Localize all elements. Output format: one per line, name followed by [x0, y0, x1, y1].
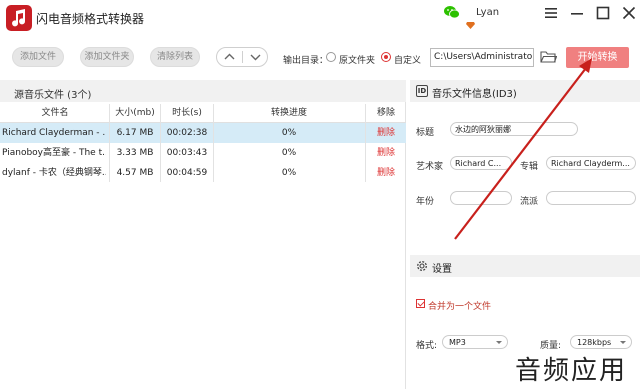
file-progress: 0%	[281, 148, 297, 158]
start-convert-button[interactable]: 开始转换	[566, 47, 629, 68]
format-label: 格式:	[416, 341, 438, 351]
wechat-icon[interactable]	[444, 5, 460, 19]
title-bar: 闪电音频格式转换器 Lyan	[0, 0, 640, 36]
toolbar: 添加文件 添加文件夹 清除列表 输出目录： 原文件夹 自定义 C:\Users\…	[0, 40, 640, 74]
file-size: 6.17 MB	[116, 128, 154, 138]
delete-link[interactable]: 删除	[366, 123, 406, 143]
artist-label: 艺术家	[416, 162, 444, 172]
file-list-panel: 源音乐文件 (3个) 文件名 大小(mb) 时长(s) 转换进度 移除 Rich…	[0, 80, 406, 389]
artist-input[interactable]: Richard C...	[450, 156, 512, 170]
file-progress: 0%	[281, 168, 297, 178]
id3-icon: ID	[416, 85, 428, 97]
column-divider	[213, 104, 214, 182]
quality-select[interactable]: 128kbps	[570, 335, 632, 349]
add-folder-button[interactable]: 添加文件夹	[80, 47, 134, 67]
file-size: 3.33 MB	[116, 148, 154, 158]
column-duration[interactable]: 时长(s)	[161, 104, 213, 122]
file-list-header: 源音乐文件 (3个)	[0, 80, 406, 102]
table-row[interactable]: dylanf - 卡农（经典钢琴... 4.57 MB 00:04:59 0% …	[0, 163, 406, 183]
gear-icon	[417, 261, 427, 271]
file-size: 4.57 MB	[116, 168, 154, 178]
settings-header: 设置	[410, 255, 640, 277]
reorder-buttons	[216, 47, 268, 67]
file-duration: 00:03:43	[166, 148, 208, 158]
delete-link[interactable]: 删除	[366, 143, 406, 163]
column-size[interactable]: 大小(mb)	[110, 104, 160, 122]
info-panel: ID 音乐文件信息(ID3) 标题 水边的阿狄丽娜 艺术家 Richard C.…	[410, 80, 640, 389]
year-label: 年份	[416, 197, 435, 207]
radio-custom-label: 自定义	[394, 56, 422, 66]
vip-diamond-icon	[466, 22, 475, 29]
radio-source-label: 原文件夹	[339, 56, 376, 66]
add-file-button[interactable]: 添加文件	[12, 47, 64, 67]
chevron-down-icon	[620, 341, 626, 344]
move-down-icon[interactable]	[243, 48, 268, 66]
column-divider	[365, 104, 366, 182]
app-title: 闪电音频格式转换器	[36, 12, 145, 26]
chevron-down-icon	[496, 341, 502, 344]
column-progress[interactable]: 转换进度	[214, 104, 364, 122]
app-logo-icon	[6, 5, 32, 31]
column-divider	[109, 104, 110, 182]
clear-list-button[interactable]: 清除列表	[150, 47, 200, 67]
id3-header: ID 音乐文件信息(ID3)	[410, 80, 640, 102]
title-label: 标题	[416, 128, 435, 138]
radio-custom-folder[interactable]	[381, 52, 391, 62]
close-icon[interactable]	[620, 4, 638, 22]
album-input[interactable]: Richard Clayderm...	[546, 156, 636, 170]
radio-source-folder[interactable]	[326, 52, 336, 62]
merge-checkbox[interactable]	[416, 299, 425, 308]
column-filename[interactable]: 文件名	[2, 104, 108, 122]
file-name: Pianoboy高至豪 - The t...	[2, 148, 106, 158]
file-duration: 00:04:59	[166, 168, 208, 178]
delete-link[interactable]: 删除	[366, 163, 406, 183]
minimize-icon[interactable]	[568, 4, 586, 22]
format-select[interactable]: MP3	[442, 335, 508, 349]
file-duration: 00:02:38	[166, 128, 208, 138]
column-remove[interactable]: 移除	[366, 104, 406, 122]
file-name: dylanf - 卡农（经典钢琴...	[2, 168, 106, 178]
quality-value: 128kbps	[577, 338, 612, 347]
merge-label: 合并为一个文件	[428, 302, 492, 312]
move-up-icon[interactable]	[217, 48, 242, 66]
title-input[interactable]: 水边的阿狄丽娜	[450, 122, 578, 136]
folder-icon[interactable]	[540, 50, 557, 64]
album-label: 专辑	[520, 162, 539, 172]
output-path-input[interactable]: C:\Users\Administrator	[430, 48, 534, 67]
year-input[interactable]	[450, 191, 512, 205]
output-dir-label: 输出目录：	[283, 56, 329, 66]
genre-input[interactable]	[546, 191, 636, 205]
app-window: 闪电音频格式转换器 Lyan 添加文件 添加文件夹 清除列表 输出目录： 原文件…	[0, 0, 640, 389]
user-name[interactable]: Lyan	[476, 7, 499, 18]
file-list-title: 源音乐文件 (3个)	[14, 90, 92, 101]
maximize-icon[interactable]	[594, 4, 612, 22]
genre-label: 流派	[520, 197, 539, 207]
table-row[interactable]: Pianoboy高至豪 - The t... 3.33 MB 00:03:43 …	[0, 143, 406, 163]
id3-title: 音乐文件信息(ID3)	[432, 89, 517, 100]
table-row[interactable]: Richard Clayderman - ... 6.17 MB 00:02:3…	[0, 123, 406, 143]
settings-title: 设置	[432, 264, 452, 275]
file-name: Richard Clayderman - ...	[2, 128, 106, 138]
watermark: 音频应用	[512, 350, 631, 387]
format-value: MP3	[449, 338, 466, 347]
menu-icon[interactable]	[542, 4, 560, 22]
column-divider	[160, 104, 161, 182]
file-progress: 0%	[281, 128, 297, 138]
